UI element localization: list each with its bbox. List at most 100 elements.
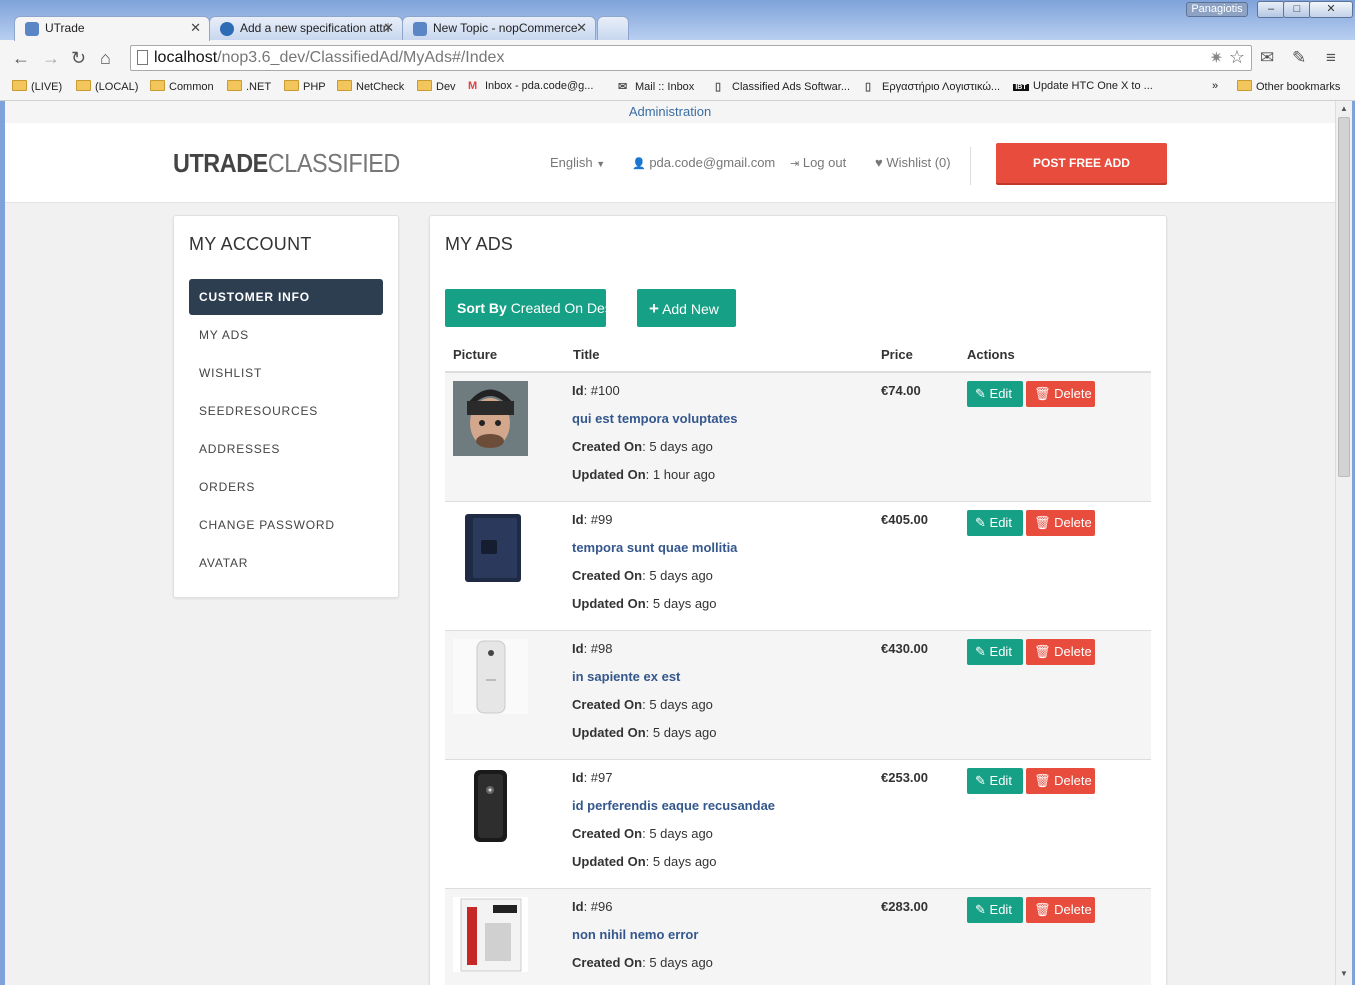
caret-down-icon: ▼ — [622, 306, 631, 315]
bookmark-folder[interactable]: (LOCAL) — [76, 80, 138, 93]
bookmark-star-icon[interactable]: ☆ — [1229, 47, 1245, 68]
site-header: UTRADECLASSIFIED English ▼ 👤 pda.code@gm… — [5, 123, 1335, 203]
nop-favicon-icon — [220, 22, 234, 36]
sort-dropdown-button[interactable]: Sort By Created On Desc ▼ — [445, 289, 631, 327]
edit-button[interactable]: ✎ Edit — [967, 768, 1023, 794]
bookmark-folder[interactable]: (LIVE) — [12, 80, 62, 93]
close-icon[interactable]: ✕ — [576, 20, 587, 36]
sidebar-item-change-password[interactable]: CHANGE PASSWORD — [189, 507, 383, 543]
delete-button[interactable]: 🗑 Delete — [1026, 639, 1095, 665]
admin-link[interactable]: Administration — [5, 101, 1335, 123]
delete-button[interactable]: 🗑 Delete — [1026, 510, 1095, 536]
bookmarks-overflow-button[interactable]: » — [1212, 80, 1218, 92]
sidebar-item-seedresources[interactable]: SEEDRESOURCES — [189, 393, 383, 429]
language-selector[interactable]: English ▼ — [550, 155, 605, 170]
other-bookmarks[interactable]: Other bookmarks — [1237, 80, 1340, 93]
delete-button[interactable]: 🗑 Delete — [1026, 897, 1095, 923]
tab-new-topic[interactable]: New Topic - nopCommerce ✕ — [402, 16, 596, 40]
bookmark-page[interactable]: ▯ Classified Ads Softwar... — [715, 80, 850, 93]
trash-icon: 🗑 — [1034, 902, 1051, 917]
bookmark-folder[interactable]: NetCheck — [337, 80, 404, 93]
bookmark-page[interactable]: ▯ Εργαστήριο Λογιστικώ... — [865, 80, 1000, 93]
bookmark-mail[interactable]: ✉ Mail :: Inbox — [618, 80, 694, 93]
add-new-button[interactable]: + Add New — [637, 289, 736, 327]
edit-button[interactable]: ✎ Edit — [967, 897, 1023, 923]
ad-price: €405.00 — [881, 512, 928, 527]
tab-specification[interactable]: Add a new specification attri ✕ — [209, 16, 403, 40]
ibt-icon: IBT — [1013, 84, 1029, 91]
delete-button[interactable]: 🗑 Delete — [1026, 381, 1095, 407]
bookmark-folder[interactable]: Common — [150, 80, 214, 93]
caret-down-icon: ▼ — [596, 159, 606, 169]
phone-case-icon — [465, 514, 521, 582]
folder-icon — [337, 80, 352, 91]
extension-icon[interactable]: ✷ — [1210, 48, 1223, 68]
edit-button[interactable]: ✎ Edit — [967, 639, 1023, 665]
reload-icon[interactable]: ↻ — [71, 48, 86, 69]
my-ads-panel: MY ADS Sort By Created On Desc ▼ + Add N… — [429, 215, 1167, 985]
ad-title-link[interactable]: id perferendis eaque recusandae — [572, 798, 775, 813]
ad-price: €283.00 — [881, 899, 928, 914]
close-icon[interactable]: ✕ — [190, 20, 201, 36]
column-header-title: Title — [573, 347, 600, 362]
bookmark-folder[interactable]: .NET — [227, 80, 271, 93]
account-link[interactable]: 👤 pda.code@gmail.com — [632, 155, 775, 170]
back-icon[interactable]: ← — [12, 48, 30, 69]
edit-button[interactable]: ✎ Edit — [967, 381, 1023, 407]
ad-picture[interactable] — [453, 639, 528, 714]
bookmark-folder[interactable]: PHP — [284, 80, 326, 93]
ad-title-link[interactable]: non nihil nemo error — [572, 927, 698, 942]
sidebar-item-customer-info[interactable]: CUSTOMER INFO — [189, 279, 383, 315]
toolbar: ← → ↻ ⌂ localhost/nop3.6_dev/ClassifiedA… — [0, 40, 1355, 76]
ad-created: Created On: 5 days ago — [572, 826, 713, 841]
sidebar-item-wishlist[interactable]: WISHLIST — [189, 355, 383, 391]
bookmarks-bar: (LIVE) (LOCAL) Common .NET PHP NetCheck … — [0, 76, 1355, 101]
wishlist-link[interactable]: ♥ Wishlist (0) — [875, 155, 951, 170]
scroll-up-icon[interactable]: ▲ — [1340, 104, 1348, 113]
tab-title: Add a new specification attri — [240, 21, 390, 35]
sidebar-item-my-ads[interactable]: MY ADS — [189, 317, 383, 353]
ad-picture[interactable] — [453, 381, 528, 456]
ad-title-link[interactable]: in sapiente ex est — [572, 669, 680, 684]
forward-icon[interactable]: → — [42, 48, 60, 69]
logout-link[interactable]: ⇥ Log out — [790, 155, 846, 170]
scrollbar-thumb[interactable] — [1338, 117, 1350, 477]
delete-button[interactable]: 🗑 Delete — [1026, 768, 1095, 794]
bookmark-ibt[interactable]: IBT Update HTC One X to ... — [1013, 80, 1153, 92]
ad-title-link[interactable]: qui est tempora voluptates — [572, 411, 737, 426]
new-tab-button[interactable] — [597, 16, 629, 40]
ad-picture[interactable] — [453, 768, 528, 843]
close-icon[interactable]: ✕ — [383, 20, 394, 36]
address-bar[interactable]: localhost/nop3.6_dev/ClassifiedAd/MyAds#… — [130, 45, 1252, 71]
table-row: Id: #97 id perferendis eaque recusandae … — [445, 760, 1151, 889]
pencil-icon: ✎ — [975, 515, 986, 530]
ad-title-link[interactable]: tempora sunt quae mollitia — [572, 540, 737, 555]
ad-updated: Updated On: 5 days ago — [572, 725, 717, 740]
ad-picture[interactable] — [453, 510, 528, 585]
table-row: Id: #99 tempora sunt quae mollitia Creat… — [445, 502, 1151, 631]
post-free-add-button[interactable]: POST FREE ADD — [996, 143, 1167, 183]
menu-icon[interactable]: ≡ — [1326, 48, 1336, 68]
mail-icon[interactable]: ✉ — [1260, 48, 1274, 68]
sidebar-item-addresses[interactable]: ADDRESSES — [189, 431, 383, 467]
ad-updated: Updated On: 5 days ago — [572, 596, 717, 611]
maximize-button[interactable]: □ — [1283, 1, 1311, 18]
window-close-button[interactable]: ✕ — [1309, 1, 1353, 18]
edit-button[interactable]: ✎ Edit — [967, 510, 1023, 536]
tools-icon[interactable]: ✎ — [1292, 48, 1306, 68]
scroll-down-icon[interactable]: ▼ — [1340, 969, 1348, 978]
sidebar-item-orders[interactable]: ORDERS — [189, 469, 383, 505]
bookmark-gmail[interactable]: M Inbox - pda.code@g... — [468, 80, 593, 92]
ad-picture[interactable] — [453, 897, 528, 972]
page-viewport: Administration UTRADECLASSIFIED English … — [5, 101, 1335, 985]
home-icon[interactable]: ⌂ — [100, 48, 111, 69]
sidebar-item-avatar[interactable]: AVATAR — [189, 545, 383, 581]
column-header-actions: Actions — [967, 347, 1015, 362]
tab-utrade[interactable]: UTrade ✕ — [14, 16, 210, 41]
bookmark-folder[interactable]: Dev — [417, 80, 456, 93]
ad-id: Id: #100 — [572, 383, 620, 398]
profile-badge[interactable]: Panagiotis — [1186, 2, 1248, 17]
site-logo[interactable]: UTRADECLASSIFIED — [173, 148, 400, 179]
vertical-scrollbar[interactable]: ▲ ▼ — [1335, 101, 1352, 985]
minimize-button[interactable]: ‒ — [1257, 1, 1285, 18]
